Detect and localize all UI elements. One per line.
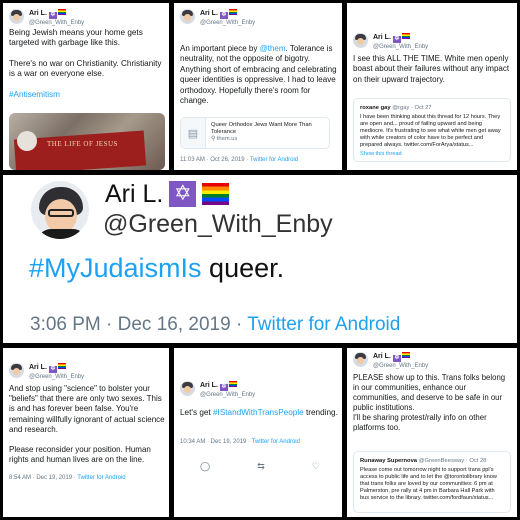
avatar[interactable]	[353, 33, 368, 48]
tweet-card-them-article[interactable]: Ari L. ✡ @Green_With_Enby An important pi…	[174, 3, 342, 170]
avatar[interactable]	[180, 381, 195, 396]
tweet-card-white-men[interactable]: Ari L. ✡ @Green_With_Enby I see this ALL …	[347, 3, 517, 170]
tweet-header: Ari L. ✡ @Green_With_Enby	[9, 9, 84, 27]
flyer-title: THE LIFE OF JESUS	[47, 140, 118, 148]
handle[interactable]: @Green_With_Enby	[200, 391, 255, 399]
handle[interactable]: @Green_With_Enby	[103, 210, 333, 239]
card-title: Queer Orthodox Jews Want More Than Toler…	[210, 122, 312, 135]
tweet-card-trans-people[interactable]: Ari L. ✡ @Green_With_Enby Let's get #ISta…	[174, 348, 342, 517]
avatar[interactable]	[353, 352, 368, 367]
tweet-photo[interactable]: THE LIFE OF JESUS	[9, 113, 165, 170]
dvd-disc-image	[17, 131, 37, 151]
avatar[interactable]	[9, 363, 24, 378]
rainbow-flag-icon	[401, 33, 410, 39]
handle[interactable]: @Green_With_Enby	[373, 362, 428, 370]
tweet-actions: ◯ ⇆ ♡	[200, 461, 320, 472]
display-name[interactable]: Ari L. ✡	[105, 179, 230, 209]
link-preview-card[interactable]: ▤ Queer Orthodox Jews Want More Than Tol…	[180, 117, 330, 149]
tweet-text: #MyJudaismIs queer.	[29, 253, 285, 283]
tweet-timestamp: 3:06 PM · Dec 16, 2019 · Twitter for And…	[30, 314, 401, 335]
tweet-text: I see this ALL THE TIME. White men openl…	[353, 54, 510, 84]
handle[interactable]: @Green_With_Enby	[29, 373, 84, 381]
tweet-header: Ari L. ✡ @Green_With_Enby	[180, 381, 255, 399]
source-link[interactable]: Twitter for Android	[252, 439, 300, 445]
tweet-text: PLEASE show up to this. Trans folks belo…	[353, 373, 506, 432]
source-link[interactable]: Twitter for Android	[247, 314, 400, 335]
rainbow-flag-icon	[228, 381, 237, 387]
star-of-david-icon: ✡	[48, 366, 57, 373]
tweet-header: Ari L. ✡ @Green_With_Enby	[9, 363, 84, 381]
star-of-david-icon: ✡	[219, 12, 228, 19]
hashtag-link[interactable]: #Antisemitism	[9, 90, 165, 100]
handle[interactable]: @Green_With_Enby	[200, 19, 255, 27]
tweet-card-antisemitism[interactable]: Ari L. ✡ @Green_With_Enby Being Jewish me…	[3, 3, 169, 170]
rainbow-flag-icon	[202, 183, 230, 205]
source-link[interactable]: Twitter for Android	[250, 157, 298, 163]
display-name[interactable]: Ari L. ✡	[200, 9, 255, 19]
quoted-tweet[interactable]: roxane gay @rgay · Oct 27 I have been th…	[353, 98, 511, 162]
quoted-tweet-text: Please come out tomorrow night to suppor…	[360, 467, 497, 501]
display-name[interactable]: Ari L. ✡	[200, 381, 255, 391]
display-name[interactable]: Ari L. ✡	[29, 363, 84, 373]
star-of-david-icon: ✡	[219, 384, 228, 391]
tweet-text: And stop using "science" to bolster your…	[9, 384, 165, 465]
hashtag-link[interactable]: #MyJudaismIs	[29, 253, 202, 283]
rainbow-flag-icon	[401, 352, 410, 358]
tweet-card-science[interactable]: Ari L. ✡ @Green_With_Enby And stop using …	[3, 348, 169, 517]
quoted-tweet-header: Runaway Supernova @GreenBeesway · Oct 28	[360, 458, 487, 464]
rainbow-flag-icon	[57, 363, 66, 369]
avatar[interactable]	[180, 9, 195, 24]
tweet-timestamp: 10:34 AM · Dec 19, 2019 · Twitter for An…	[180, 439, 300, 445]
tweet-text: An important piece by @them. Tolerance i…	[180, 44, 337, 106]
retweet-icon[interactable]: ⇆	[257, 461, 265, 472]
tweet-header: Ari L. ✡ @Green_With_Enby	[353, 33, 428, 51]
quoted-tweet-text: I have been thinking about this thread f…	[360, 114, 501, 148]
source-link[interactable]: Twitter for Android	[77, 475, 125, 481]
star-of-david-icon: ✡	[169, 181, 197, 207]
avatar[interactable]	[9, 9, 24, 24]
tweet-card-my-judaism-is[interactable]: Ari L. ✡ @Green_With_Enby #MyJudaismIs qu…	[3, 175, 517, 343]
tweet-timestamp: 11:03 AM · Oct 26, 2019 · Twitter for An…	[180, 157, 299, 163]
star-of-david-icon: ✡	[392, 355, 401, 362]
display-name[interactable]: Ari L. ✡	[373, 33, 428, 43]
tweet-timestamp: 8:54 AM · Dec 19, 2019 · Twitter for And…	[9, 475, 126, 481]
handle[interactable]: @Green_With_Enby	[29, 19, 84, 27]
display-name[interactable]: Ari L. ✡	[29, 9, 84, 19]
reply-icon[interactable]: ◯	[200, 461, 210, 472]
mention-link[interactable]: @them	[260, 44, 286, 53]
tweet-text: Being Jewish means your home gets target…	[9, 28, 165, 100]
hashtag-link[interactable]: #IStandWithTransPeople	[213, 408, 304, 417]
avatar[interactable]	[29, 179, 91, 241]
quoted-tweet[interactable]: Runaway Supernova @GreenBeesway · Oct 28…	[353, 451, 511, 513]
card-domain: ⚲ them.us	[210, 136, 238, 142]
quoted-tweet-header: roxane gay @rgay · Oct 27	[360, 105, 432, 111]
star-of-david-icon: ✡	[48, 12, 57, 19]
rainbow-flag-icon	[228, 9, 237, 15]
like-icon[interactable]: ♡	[312, 461, 320, 472]
tweet-header: Ari L. ✡ @Green_With_Enby	[180, 9, 255, 27]
show-thread-link[interactable]: Show this thread	[360, 151, 504, 157]
star-of-david-icon: ✡	[392, 36, 401, 43]
handle[interactable]: @Green_With_Enby	[373, 43, 428, 51]
rainbow-flag-icon	[57, 9, 66, 15]
display-name[interactable]: Ari L. ✡	[373, 352, 428, 362]
document-icon: ▤	[181, 118, 206, 148]
tweet-header: Ari L. ✡ @Green_With_Enby	[353, 352, 428, 370]
tweet-card-rally[interactable]: Ari L. ✡ @Green_With_Enby PLEASE show up …	[347, 348, 517, 517]
tweet-text: Let's get #IStandWithTransPeople trendin…	[180, 408, 338, 417]
